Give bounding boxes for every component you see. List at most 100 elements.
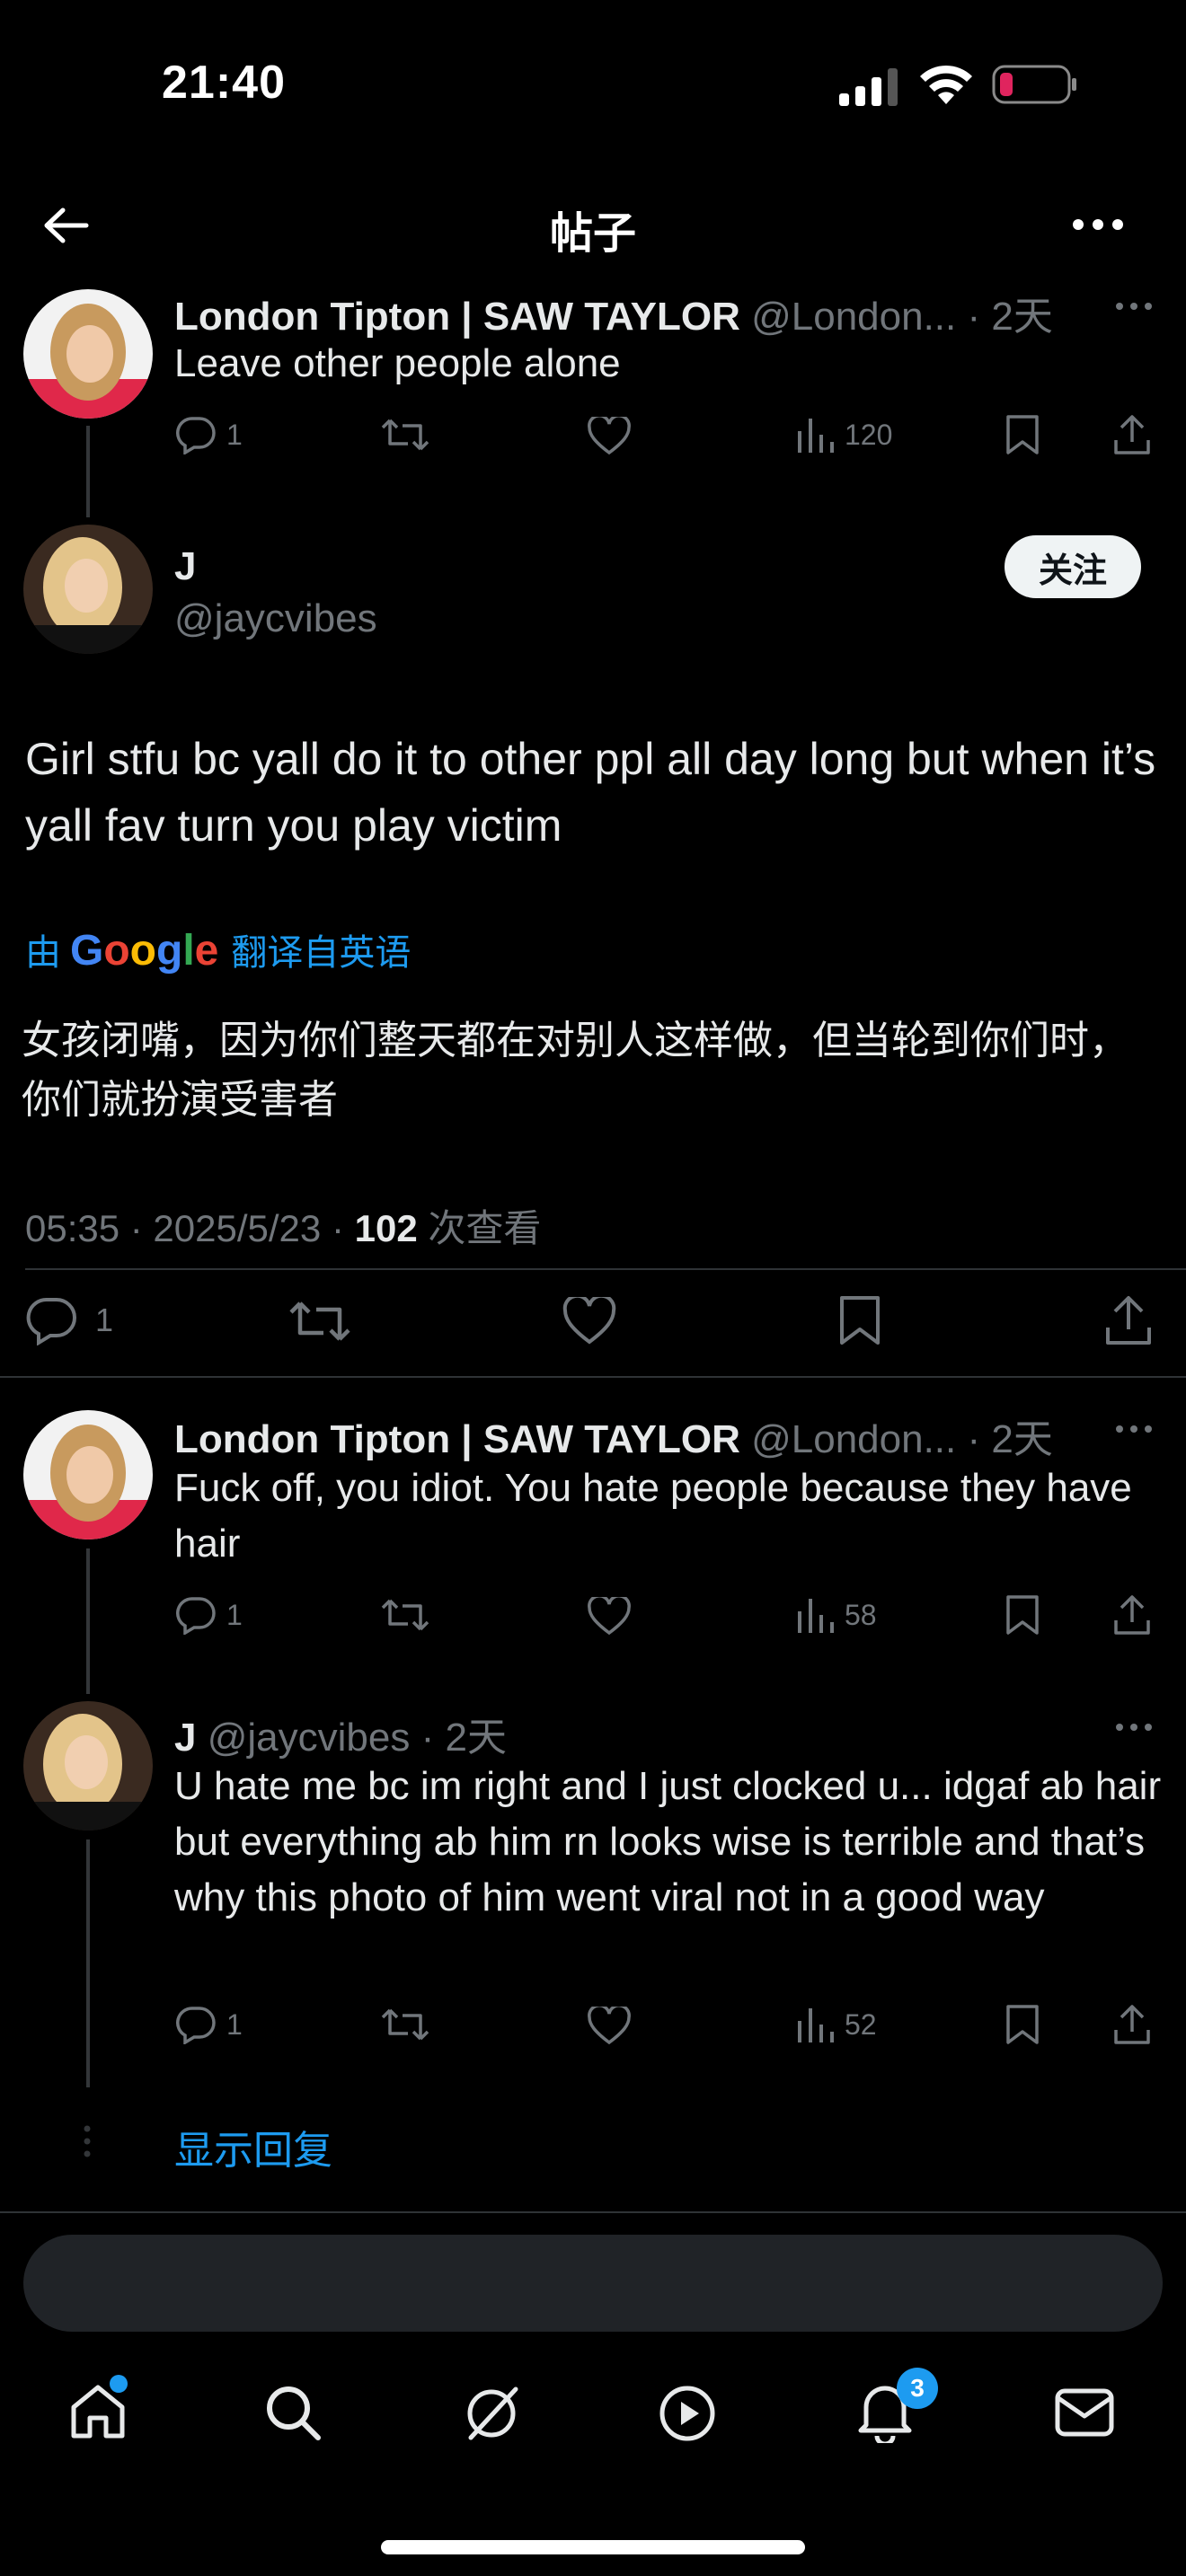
heart-icon [588,1597,631,1635]
tweet-header: London Tipton | SAW TAYLOR @London... · … [174,284,1053,341]
views-icon [798,2008,834,2042]
reply-button[interactable]: 1 [174,1595,243,1635]
translated-text: 女孩闭嘴，因为你们整天都在对别人这样做，但当轮到你们时，你们就扮演受害者 [22,1019,1128,1122]
reply-icon [176,1597,216,1635]
share-button[interactable] [1112,1593,1152,1636]
author-name[interactable]: J [174,544,196,589]
avatar[interactable] [23,1701,153,1831]
grok-icon[interactable] [460,2382,523,2445]
tweet-meta: 05:35 · 2025/5/23 · 102 次查看 [25,1198,541,1253]
author-handle[interactable]: @London... [751,295,956,339]
like-button[interactable] [588,2007,631,2044]
bookmark-icon [1006,1595,1039,1635]
reply-icon [176,417,216,454]
avatar[interactable] [23,289,153,419]
views-icon [798,1599,834,1633]
view-label: 次查看 [428,1207,542,1249]
bookmark-icon [1006,2005,1039,2044]
share-icon [1114,2005,1150,2044]
author-name[interactable]: London Tipton | SAW TAYLOR [174,1417,740,1461]
notifications-badge: 3 [897,2368,938,2409]
tweet-timestamp: 05:35 · 2025/5/23 · [25,1207,344,1249]
share-icon [1114,415,1150,454]
author-handle[interactable]: @jaycvibes [208,1716,411,1760]
video-icon[interactable] [658,2384,717,2443]
retweet-icon [381,1599,429,1631]
battery-icon [992,65,1078,109]
tweet-header: J @jaycvibes · 2天 [174,1705,507,1762]
tweet-more-icon[interactable] [1114,1721,1154,1738]
share-button[interactable] [1103,1293,1154,1347]
thread-line [86,1839,90,2087]
tweet-more-icon[interactable] [1114,300,1154,317]
home-indicator [381,2540,805,2554]
tweet-text: Leave other people alone [174,341,621,385]
reply-button[interactable]: 1 [174,415,243,454]
author-handle[interactable]: @jaycvibes [174,596,377,641]
more-options-icon[interactable] [1071,214,1125,240]
heart-icon [562,1297,616,1345]
search-icon[interactable] [262,2382,323,2443]
retweet-icon [289,1301,350,1341]
share-button[interactable] [1112,2003,1152,2046]
tweet-header: London Tipton | SAW TAYLOR @London... · … [174,1407,1053,1464]
retweet-button[interactable] [381,1597,429,1633]
translation-attribution[interactable]: 由 Google 翻译自英语 [25,923,411,975]
bookmark-button[interactable] [837,1293,882,1347]
messages-icon[interactable] [1053,2386,1116,2439]
avatar[interactable] [23,1410,153,1539]
translate-suffix: 翻译自英语 [231,933,412,973]
reply-button[interactable]: 1 [25,1295,113,1345]
views-button[interactable]: 52 [796,2005,877,2044]
heart-icon [588,2007,631,2044]
thread-dots-icon [81,2125,93,2162]
tweet-time: · 2天 [967,295,1053,339]
share-icon [1114,1595,1150,1635]
reply-icon [176,2007,216,2044]
reply-button[interactable]: 1 [174,2005,243,2044]
heart-icon [588,417,631,454]
thread-line [86,1548,90,1694]
translate-prefix: 由 [25,933,61,973]
main-tweet-text: Girl stfu bc yall do it to other ppl all… [25,734,1156,851]
tweet-time: · 2天 [967,1417,1053,1461]
retweet-button[interactable] [381,2007,429,2042]
share-button[interactable] [1112,413,1152,456]
avatar[interactable] [23,525,153,654]
reply-input[interactable] [23,2235,1163,2332]
like-button[interactable] [588,1597,631,1635]
home-unread-dot [110,2375,128,2393]
author-name[interactable]: J [174,1716,196,1760]
divider [25,1268,1186,1270]
show-replies-link[interactable]: 显示回复 [174,2118,332,2175]
divider [0,2211,1186,2213]
retweet-button[interactable] [289,1299,350,1344]
google-logo: Google [70,927,219,975]
view-count: 102 [354,1207,418,1249]
share-icon [1106,1296,1151,1345]
bookmark-button[interactable] [1005,1593,1040,1636]
cellular-signal-icon [839,66,902,110]
tweet-text: Fuck off, you idiot. You hate people bec… [174,1466,1132,1566]
bookmark-icon [1006,415,1039,454]
like-button[interactable] [588,417,631,454]
like-button[interactable] [562,1297,616,1345]
views-button[interactable]: 120 [796,415,892,454]
reply-icon [26,1297,76,1345]
author-handle[interactable]: @London... [751,1417,956,1461]
retweet-icon [381,419,429,451]
bookmark-button[interactable] [1005,413,1040,456]
tweet-more-icon[interactable] [1114,1423,1154,1440]
views-button[interactable]: 58 [796,1595,877,1635]
follow-button[interactable]: 关注 [1005,535,1141,598]
thread-line [86,426,90,517]
author-name[interactable]: London Tipton | SAW TAYLOR [174,295,740,339]
bookmark-icon [840,1296,880,1345]
tweet-time: · 2天 [420,1716,507,1760]
views-icon [798,419,834,453]
bookmark-button[interactable] [1005,2003,1040,2046]
retweet-button[interactable] [381,417,429,453]
status-time: 21:40 [162,57,286,109]
wifi-icon [918,63,974,110]
divider [0,1376,1186,1378]
